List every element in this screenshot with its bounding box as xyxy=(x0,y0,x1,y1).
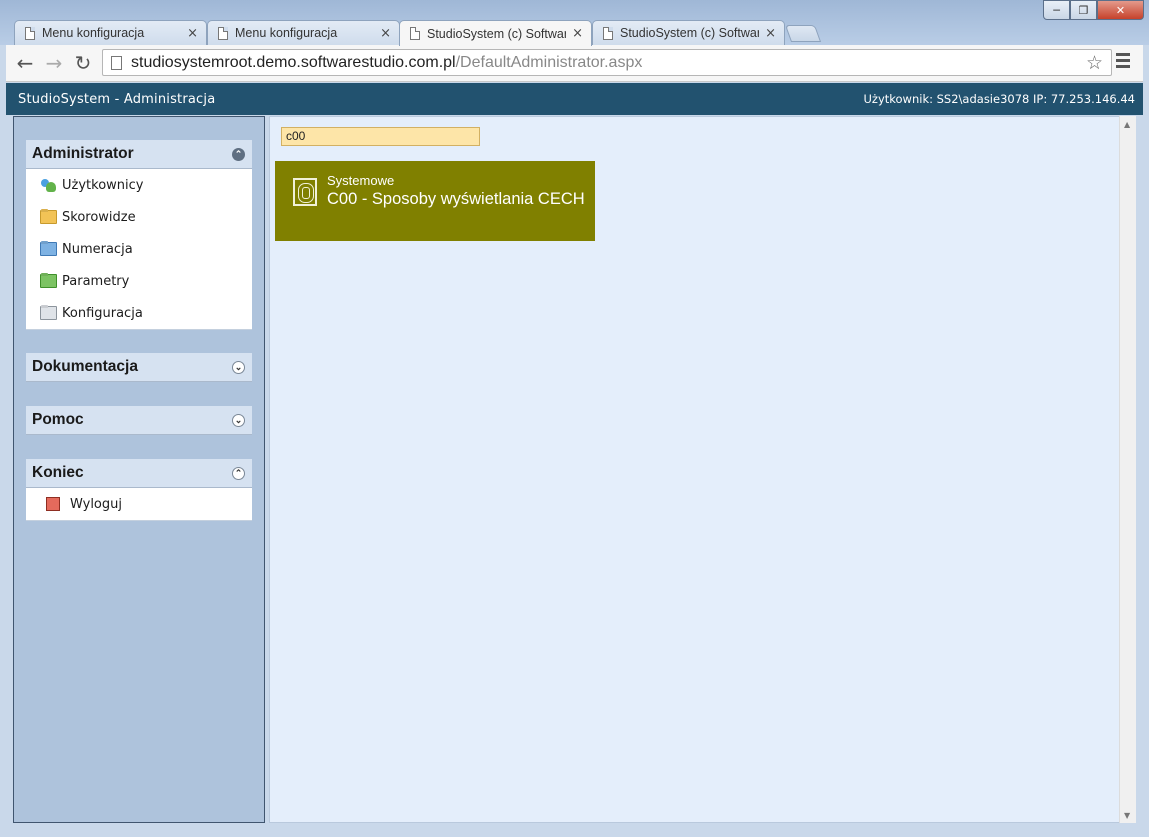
panel-body-administrator: Użytkownicy Skorowidze Numeracja Paramet… xyxy=(26,169,252,330)
expand-icon[interactable]: ⌄ xyxy=(232,360,245,374)
forward-arrow-icon[interactable]: → xyxy=(42,51,66,75)
panel-header-administrator[interactable]: Administrator ⌃ xyxy=(26,140,252,169)
panel-koniec: Koniec ⌃ Wyloguj xyxy=(26,459,252,521)
app-title: StudioSystem - Administracja xyxy=(18,91,216,107)
result-tile[interactable]: Systemowe C00 - Sposoby wyświetlania CEC… xyxy=(275,161,595,241)
panel-title: Koniec xyxy=(32,464,84,481)
tile-category: Systemowe xyxy=(327,173,395,188)
tab-title: StudioSystem (c) Software xyxy=(427,26,567,41)
address-bar[interactable]: studiosystemroot.demo.softwarestudio.com… xyxy=(102,49,1112,76)
browser-tab-4[interactable]: StudioSystem (c) Software × xyxy=(592,20,785,45)
sidebar: Administrator ⌃ Użytkownicy Skorowidze N… xyxy=(13,116,265,823)
sidebar-item-label: Skorowidze xyxy=(62,209,136,225)
page-icon xyxy=(603,26,613,40)
sidebar-item-parametry[interactable]: Parametry xyxy=(26,265,252,297)
expand-icon[interactable]: ⌄ xyxy=(232,413,245,427)
tile-title: C00 - Sposoby wyświetlania CECH xyxy=(327,190,585,208)
page-icon xyxy=(25,26,35,40)
browser-menu-icon[interactable] xyxy=(1116,53,1130,71)
url-path: /DefaultAdministrator.aspx xyxy=(455,53,643,71)
panel-title: Pomoc xyxy=(32,411,84,428)
url-host: studiosystemroot.demo.softwarestudio.com… xyxy=(131,53,456,71)
page-icon xyxy=(218,26,228,40)
tab-close-icon[interactable]: × xyxy=(765,26,776,41)
bookmark-star-icon[interactable]: ☆ xyxy=(1086,52,1103,75)
tab-close-icon[interactable]: × xyxy=(572,26,583,41)
tab-title: Menu konfiguracja xyxy=(235,26,338,40)
browser-tab-2[interactable]: Menu konfiguracja × xyxy=(207,20,400,45)
panel-title: Administrator xyxy=(32,145,134,162)
panel-pomoc: Pomoc ⌄ xyxy=(26,406,252,435)
minimize-button[interactable]: ─ xyxy=(1043,0,1070,20)
panel-dokumentacja: Dokumentacja ⌄ xyxy=(26,353,252,382)
tab-title: StudioSystem (c) Software xyxy=(620,26,760,40)
reload-icon[interactable]: ↻ xyxy=(71,51,95,75)
scroll-up-icon[interactable]: ▲ xyxy=(1124,120,1130,129)
folder-icon xyxy=(40,242,57,256)
sidebar-item-label: Parametry xyxy=(62,273,130,289)
browser-tab-3[interactable]: StudioSystem (c) Software × xyxy=(399,20,592,46)
user-info: Użytkownik: SS2\adasie3078 IP: 77.253.14… xyxy=(863,92,1136,106)
sidebar-item-label: Wyloguj xyxy=(70,496,122,512)
sidebar-item-uzytkownicy[interactable]: Użytkownicy xyxy=(26,169,252,201)
vertical-scrollbar[interactable]: ▲ ▼ xyxy=(1119,116,1136,823)
scroll-down-icon[interactable]: ▼ xyxy=(1124,811,1130,820)
close-window-button[interactable]: ✕ xyxy=(1097,0,1144,20)
window-bottom-frame xyxy=(0,823,1149,837)
fingerprint-icon xyxy=(293,178,317,206)
sidebar-item-label: Użytkownicy xyxy=(62,177,144,193)
sidebar-item-wyloguj[interactable]: Wyloguj xyxy=(26,488,252,520)
panel-header-dokumentacja[interactable]: Dokumentacja ⌄ xyxy=(26,353,252,382)
tab-close-icon[interactable]: × xyxy=(187,26,198,41)
panel-body-koniec: Wyloguj xyxy=(26,488,252,521)
maximize-button[interactable]: ❐ xyxy=(1070,0,1097,20)
back-arrow-icon[interactable]: ← xyxy=(13,51,37,75)
logout-icon xyxy=(46,497,60,511)
sidebar-item-label: Konfiguracja xyxy=(62,305,143,321)
search-input[interactable]: c00 xyxy=(281,127,480,146)
new-tab-button[interactable] xyxy=(784,25,822,42)
folder-icon xyxy=(40,210,57,224)
panel-administrator: Administrator ⌃ Użytkownicy Skorowidze N… xyxy=(26,140,252,330)
panel-header-koniec[interactable]: Koniec ⌃ xyxy=(26,459,252,488)
app-header: StudioSystem - Administracja Użytkownik:… xyxy=(6,83,1143,115)
collapse-icon[interactable]: ⌃ xyxy=(232,147,245,161)
panel-header-pomoc[interactable]: Pomoc ⌄ xyxy=(26,406,252,435)
tab-title: Menu konfiguracja xyxy=(42,26,145,40)
panel-title: Dokumentacja xyxy=(32,358,138,375)
folder-icon xyxy=(40,306,57,320)
page-icon xyxy=(410,27,420,40)
browser-tab-1[interactable]: Menu konfiguracja × xyxy=(14,20,207,45)
users-icon xyxy=(40,178,57,192)
folder-icon xyxy=(40,274,57,288)
browser-toolbar: ← → ↻ studiosystemroot.demo.softwarestud… xyxy=(6,45,1143,82)
tab-close-icon[interactable]: × xyxy=(380,26,391,41)
sidebar-item-label: Numeracja xyxy=(62,241,133,257)
sidebar-item-numeracja[interactable]: Numeracja xyxy=(26,233,252,265)
collapse-icon[interactable]: ⌃ xyxy=(232,466,245,480)
page-icon xyxy=(111,55,122,70)
sidebar-item-skorowidze[interactable]: Skorowidze xyxy=(26,201,252,233)
sidebar-item-konfiguracja[interactable]: Konfiguracja xyxy=(26,297,252,329)
